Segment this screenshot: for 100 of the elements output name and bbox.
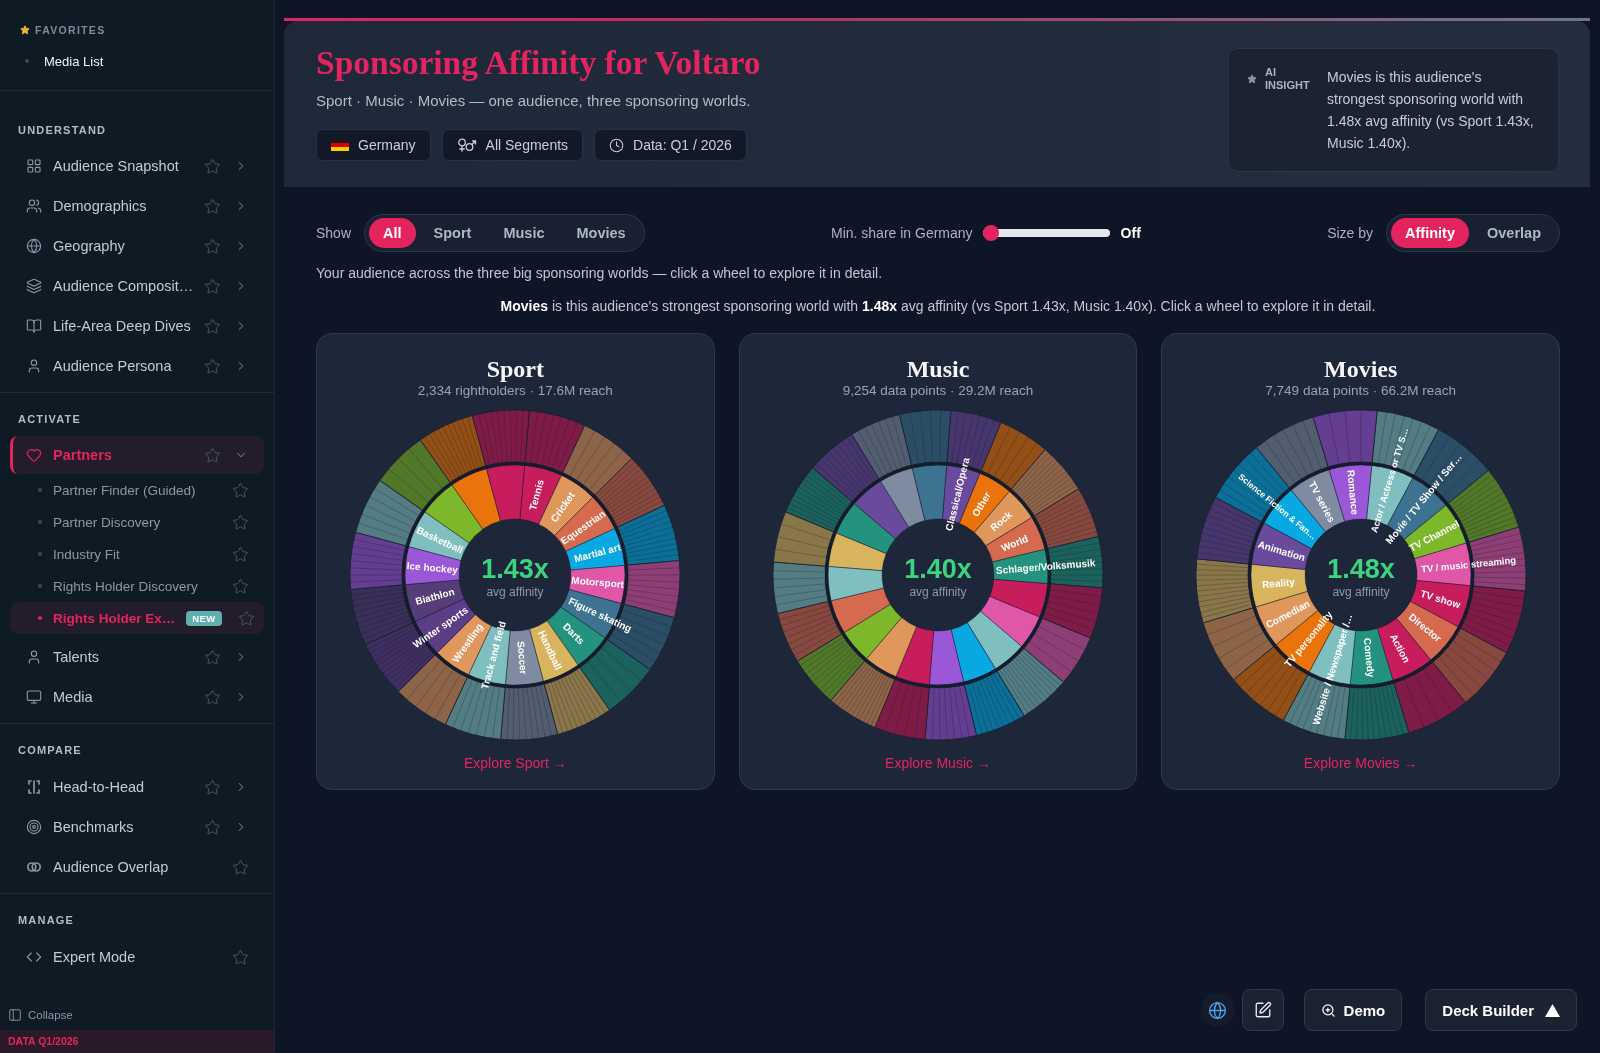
nav-subitem[interactable]: Partner Finder (Guided) xyxy=(10,474,264,506)
nav-item[interactable]: Audience Persona xyxy=(10,346,264,386)
code-icon xyxy=(26,949,42,965)
section-heading: ACTIVATE xyxy=(17,412,81,427)
world-stats: 2,334 rightholders · 17.6M reach xyxy=(417,382,613,400)
globe-icon xyxy=(1208,1000,1228,1020)
overlap-circles-icon xyxy=(26,859,42,875)
nav-item[interactable]: Audience Overlap xyxy=(10,847,264,887)
nav-item[interactable]: Geography xyxy=(10,226,264,266)
slider-label: Min. share in Germany xyxy=(831,225,973,241)
nav-subitem[interactable]: Partner Discovery xyxy=(10,506,264,538)
star-icon[interactable] xyxy=(204,157,221,175)
nav-item[interactable]: Life-Area Deep Dives xyxy=(10,306,264,346)
favorite-item[interactable]: Media List xyxy=(25,51,104,71)
action-button[interactable]: Demo xyxy=(1303,989,1403,1031)
nav-item[interactable]: Head-to-Head xyxy=(10,767,264,807)
star-icon[interactable] xyxy=(232,545,249,563)
nav-item[interactable]: Benchmarks xyxy=(10,807,264,847)
clock-icon xyxy=(609,137,625,153)
world-stats: 9,254 data points · 29.2M reach xyxy=(842,382,1034,400)
nav-item[interactable]: Talents xyxy=(10,637,264,677)
bullet-icon xyxy=(38,520,42,524)
toggle-option[interactable]: Music xyxy=(489,218,559,248)
world-title: Sport xyxy=(486,356,544,382)
star-icon[interactable] xyxy=(237,609,255,627)
globe-icon xyxy=(26,238,42,254)
edit-button[interactable] xyxy=(1241,989,1284,1031)
world-title: Music xyxy=(906,356,970,382)
toggle-option[interactable]: All xyxy=(369,218,416,248)
grid-icon xyxy=(26,158,42,174)
toggle-option[interactable]: Affinity xyxy=(1391,218,1469,248)
nav-item[interactable]: Audience Snapshot xyxy=(10,146,264,186)
filter-chip[interactable]: Germany xyxy=(316,129,431,161)
nav-item[interactable]: Expert Mode xyxy=(10,937,264,977)
segment-label: TV show xyxy=(1418,587,1462,611)
toggle-option[interactable]: Overlap xyxy=(1473,218,1555,248)
star-icon[interactable] xyxy=(204,237,221,255)
star-icon[interactable] xyxy=(204,357,221,375)
insight-label: AI INSIGHT xyxy=(1265,66,1311,92)
toggle-option[interactable]: Sport xyxy=(419,218,486,248)
insight-text: Movies is this audience's strongest sponsoring world with 1.48x avg affinity (vs Sport 1.43x, Music 1.40x). xyxy=(1327,68,1535,153)
book-icon xyxy=(26,318,42,334)
nav-item[interactable]: Partners xyxy=(10,436,264,474)
slider-thumb[interactable] xyxy=(982,225,999,241)
bullet-icon xyxy=(38,552,42,556)
star-icon[interactable] xyxy=(204,317,221,335)
section-heading: MANAGE xyxy=(17,913,75,928)
nav-subitem[interactable]: Rights Holder Ex… NEW xyxy=(10,602,264,634)
star-icon[interactable] xyxy=(232,948,249,966)
affinity-caption: avg affinity xyxy=(486,585,544,599)
layers-icon xyxy=(26,278,42,294)
toggle-option[interactable]: Movies xyxy=(562,218,640,248)
bullet-icon xyxy=(25,59,29,63)
segment-label: World xyxy=(999,532,1030,554)
monitor-icon xyxy=(26,689,42,705)
nav-item[interactable]: Media xyxy=(10,677,264,717)
segment-label: Comedy xyxy=(1361,637,1377,678)
segment-label: Motorsport xyxy=(571,574,625,590)
page-subtitle: Sport · Music · Movies — one audience, three sponsoring worlds. xyxy=(316,91,751,111)
person-icon xyxy=(26,358,42,374)
star-icon xyxy=(1247,74,1257,84)
segment-label: Reality xyxy=(1261,576,1295,591)
filter-chip[interactable]: Data: Q1 / 2026 xyxy=(594,129,747,161)
affinity-value: 1.43x xyxy=(481,554,550,584)
star-icon[interactable] xyxy=(232,513,249,531)
flag-icon xyxy=(331,139,349,151)
section-heading: FAVORITES xyxy=(35,24,106,36)
star-icon[interactable] xyxy=(204,688,221,706)
section-heading: UNDERSTAND xyxy=(17,123,107,138)
gender-icon xyxy=(456,138,477,152)
star-icon[interactable] xyxy=(204,778,221,796)
star-icon[interactable] xyxy=(204,277,222,295)
language-button[interactable] xyxy=(1200,993,1235,1027)
intro-text: Your audience across the three big sponsoring worlds — click a wheel to explore it in detail. xyxy=(316,264,882,282)
data-period-label: DATA Q1/2026 xyxy=(0,1030,274,1053)
nav-subitem[interactable]: Industry Fit xyxy=(10,538,264,570)
star-icon[interactable] xyxy=(204,197,221,215)
sidebar-panel-icon xyxy=(8,1008,22,1022)
star-icon[interactable] xyxy=(204,818,221,836)
star-icon[interactable] xyxy=(204,648,221,666)
collapse-button[interactable]: Collapse xyxy=(8,1003,73,1027)
page-title: Sponsoring Affinity for Voltaro xyxy=(316,44,761,82)
star-icon[interactable] xyxy=(232,577,249,595)
filter-chip[interactable]: All Segments xyxy=(441,129,584,161)
heart-icon xyxy=(26,447,42,463)
world-stats: 7,749 data points · 66.2M reach xyxy=(1265,382,1456,400)
affinity-value: 1.48x xyxy=(1326,554,1395,584)
action-button[interactable]: Deck Builder xyxy=(1425,989,1577,1031)
star-icon xyxy=(20,25,30,35)
star-icon[interactable] xyxy=(232,858,249,876)
nav-item[interactable]: Demographics xyxy=(10,186,264,226)
affinity-caption: avg affinity xyxy=(1332,585,1390,599)
nav-subitem[interactable]: Rights Holder Discovery xyxy=(10,570,264,602)
star-icon[interactable] xyxy=(204,446,221,464)
segment-label: Ice hockey xyxy=(406,560,459,576)
segment-label: Schlager/Volksmusik xyxy=(995,557,1096,576)
segment-label: Tennis xyxy=(527,478,547,512)
star-icon[interactable] xyxy=(232,481,249,499)
nav-item[interactable]: Audience Composit… xyxy=(10,266,264,306)
segment-label: TV / music streaming xyxy=(1420,554,1517,575)
